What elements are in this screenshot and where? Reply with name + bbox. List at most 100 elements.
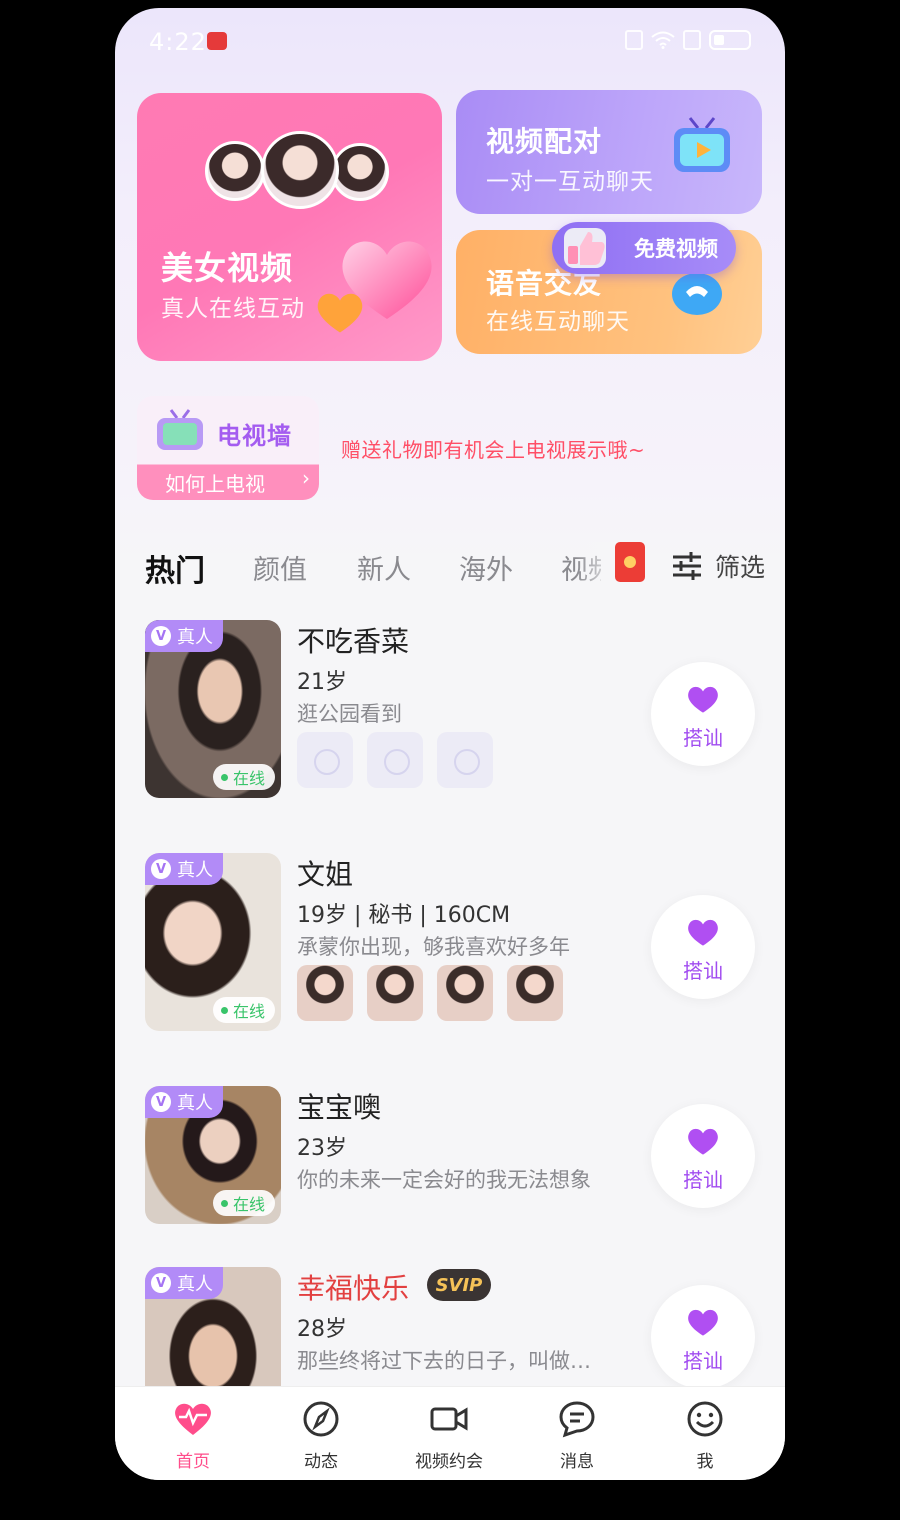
- bottom-nav: 首页 动态 视频约会 消息 我: [115, 1386, 785, 1480]
- nav-messages[interactable]: 消息: [517, 1399, 637, 1472]
- tv-wall-title: 电视墙: [217, 422, 292, 450]
- user-bio: 那些终将过下去的日子，叫做…: [297, 1349, 591, 1373]
- free-video-badge[interactable]: 免费视频: [552, 222, 736, 274]
- video-match-subtitle: 一对一互动聊天: [486, 169, 654, 195]
- smile-face-icon: [687, 1401, 723, 1437]
- tv-wall-link[interactable]: 如何上电视: [165, 468, 265, 497]
- user-name: 宝宝噢: [297, 1091, 382, 1124]
- verified-badge: V 真人: [145, 620, 223, 652]
- image-placeholder-icon[interactable]: [437, 732, 493, 788]
- beauty-video-card[interactable]: 美女视频 真人在线互动: [137, 93, 442, 361]
- tv-icon: [157, 409, 203, 450]
- user-photo[interactable]: V真人 在线: [145, 1086, 281, 1224]
- greet-button[interactable]: 搭讪: [651, 1285, 755, 1389]
- greet-label: 搭讪: [683, 1168, 723, 1192]
- image-placeholder-icon[interactable]: [297, 732, 353, 788]
- verified-badge: V 真人: [145, 853, 223, 885]
- chevron-right-icon: ›: [302, 466, 310, 490]
- greet-button[interactable]: 搭讪: [651, 895, 755, 999]
- nav-me[interactable]: 我: [645, 1399, 765, 1472]
- nav-home-label: 首页: [176, 1452, 210, 1472]
- v-icon: V: [151, 1092, 171, 1112]
- free-video-label: 免费视频: [634, 237, 718, 261]
- filter-button[interactable]: 筛选: [671, 548, 765, 584]
- heart-pulse-icon: [175, 1403, 211, 1435]
- greet-button[interactable]: 搭讪: [651, 662, 755, 766]
- verified-badge: V 真人: [145, 1267, 223, 1299]
- user-name: 幸福快乐: [297, 1272, 410, 1305]
- beauty-video-subtitle: 真人在线互动: [161, 296, 305, 322]
- user-bio: 承蒙你出现，够我喜欢好多年: [297, 935, 570, 959]
- svip-badge: SVIP: [427, 1269, 491, 1301]
- beauty-video-title: 美女视频: [161, 249, 294, 287]
- heart-icon: [688, 686, 718, 713]
- phone-screen: 4:22 美女视频 真人在线互动 视频配对 一对一互动聊天 语音交友 在线互动聊…: [115, 8, 785, 1480]
- online-badge: 在线: [212, 997, 275, 1023]
- heart-icon: [688, 1128, 718, 1155]
- avatar: [261, 131, 339, 209]
- video-match-title: 视频配对: [486, 125, 603, 158]
- nav-video-date-label: 视频约会: [415, 1452, 483, 1472]
- nav-video-date[interactable]: 视频约会: [389, 1399, 509, 1472]
- photo-thumbnails: [297, 965, 563, 1021]
- v-icon: V: [151, 859, 171, 879]
- photo-thumbnail[interactable]: [367, 965, 423, 1021]
- battery-icon: [709, 30, 751, 50]
- greet-label: 搭讪: [683, 1349, 723, 1373]
- compass-icon: [303, 1401, 339, 1437]
- heart-icon: [688, 1309, 718, 1336]
- user-name: 不吃香菜: [297, 625, 410, 658]
- user-info: 28岁: [297, 1317, 347, 1342]
- nav-moments-label: 动态: [304, 1452, 338, 1472]
- user-name: 文姐: [297, 858, 354, 891]
- v-icon: V: [151, 626, 171, 646]
- tv-wall-card[interactable]: 电视墙 如何上电视 ›: [137, 396, 319, 500]
- vibrate-icon: [625, 30, 643, 50]
- photo-thumbnail[interactable]: [297, 965, 353, 1021]
- image-placeholder-icon[interactable]: [367, 732, 423, 788]
- avatar: [205, 141, 265, 201]
- photo-thumbnail[interactable]: [437, 965, 493, 1021]
- sim-icon: [683, 30, 701, 50]
- video-camera-icon: [430, 1407, 468, 1431]
- online-badge: 在线: [212, 764, 275, 790]
- filter-label: 筛选: [715, 553, 766, 582]
- status-bar: 4:22: [115, 8, 785, 74]
- nav-me-label: 我: [696, 1452, 714, 1472]
- user-info: 23岁: [297, 1136, 347, 1161]
- video-match-card[interactable]: 视频配对 一对一互动聊天: [456, 90, 762, 214]
- v-icon: V: [151, 1273, 171, 1293]
- voice-chat-subtitle: 在线互动聊天: [486, 309, 630, 335]
- tab-overseas[interactable]: 海外: [459, 548, 513, 587]
- nav-home[interactable]: 首页: [133, 1399, 253, 1472]
- featured-avatars: [205, 131, 389, 211]
- list-item[interactable]: V 真人 在线 宝宝噢 23岁 你的未来一定会好的我无法想象 搭讪: [145, 1086, 755, 1266]
- list-item[interactable]: V 真人 在线 文姐 19岁 | 秘书 | 160CM 承蒙你出现，够我喜欢好多年…: [145, 853, 755, 1033]
- user-photo[interactable]: V真人 在线: [145, 853, 281, 1031]
- greet-button[interactable]: 搭讪: [651, 1104, 755, 1208]
- thumbs-up-icon: [564, 228, 606, 268]
- photo-thumbnails: [297, 732, 493, 788]
- greet-label: 搭讪: [683, 726, 723, 750]
- tab-looks[interactable]: 颜值: [253, 548, 307, 587]
- nav-moments[interactable]: 动态: [261, 1399, 381, 1472]
- category-tabs: 热门 颜值 新人 海外 视频 筛选: [145, 542, 765, 589]
- user-bio: 逛公园看到: [297, 702, 402, 726]
- user-info: 21岁: [297, 670, 347, 695]
- tv-play-icon: [674, 117, 730, 172]
- photo-thumbnail[interactable]: [507, 965, 563, 1021]
- heart-icon: [317, 293, 363, 333]
- user-bio: 你的未来一定会好的我无法想象: [297, 1168, 591, 1192]
- list-item[interactable]: V 真人 在线 不吃香菜 21岁 逛公园看到 搭讪: [145, 620, 755, 800]
- nav-messages-label: 消息: [560, 1452, 594, 1472]
- tab-hot[interactable]: 热门: [145, 546, 205, 590]
- online-badge: 在线: [212, 1190, 275, 1216]
- red-packet-icon[interactable]: [615, 542, 645, 582]
- tab-new[interactable]: 新人: [357, 548, 411, 587]
- user-info: 19岁 | 秘书 | 160CM: [297, 903, 511, 928]
- greet-label: 搭讪: [683, 959, 723, 983]
- status-icons: [625, 30, 751, 50]
- chat-bubble-icon: [559, 1401, 595, 1438]
- user-photo[interactable]: V真人 在线: [145, 620, 281, 798]
- app-notification-icon: [207, 32, 227, 50]
